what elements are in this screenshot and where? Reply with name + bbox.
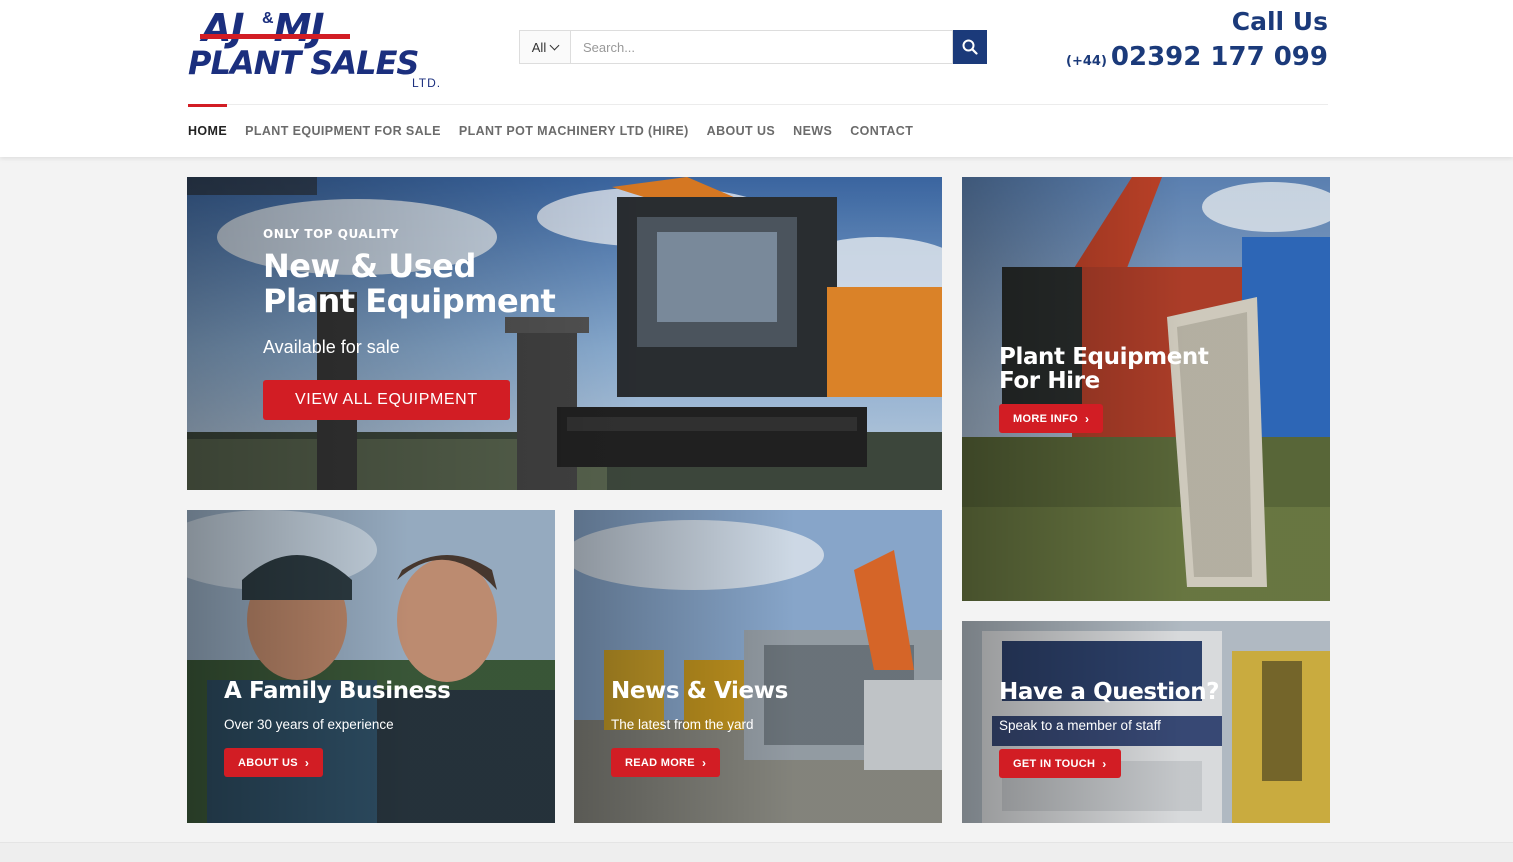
nav-item-contact[interactable]: CONTACT (850, 104, 913, 156)
footer-strip (0, 842, 1513, 862)
read-more-button[interactable]: READ MORE › (611, 748, 721, 777)
family-title: A Family Business (224, 678, 451, 704)
family-subtitle: Over 30 years of experience (224, 717, 394, 732)
hire-title-line2: For Hire (999, 368, 1100, 394)
nav-item-news[interactable]: NEWS (793, 104, 832, 156)
read-more-label: READ MORE (625, 756, 695, 769)
nav-item-plant-pot-machinery-hire[interactable]: PLANT POT MACHINERY LTD (HIRE) (459, 104, 689, 156)
family-content: A Family Business Over 30 years of exper… (224, 678, 451, 777)
question-content: Have a Question? Speak to a member of st… (999, 679, 1220, 778)
hero-title-line1: New & Used (263, 247, 476, 285)
contact-phone-block: Call Us (+44) 02392 177 099 (1066, 6, 1328, 81)
phone-prefix: (+44) (1066, 54, 1107, 69)
chevron-right-icon: › (304, 755, 310, 770)
get-in-touch-label: GET IN TOUCH (1013, 757, 1096, 770)
have-a-question-tile[interactable]: Have a Question? Speak to a member of st… (962, 621, 1330, 823)
logo-red-stripe (200, 34, 350, 39)
logo-text-plant-sales: PLANT SALES (188, 44, 419, 82)
search-category-select[interactable]: All (519, 30, 571, 64)
search-icon (962, 39, 978, 55)
chevron-down-icon (549, 40, 560, 50)
get-in-touch-button[interactable]: GET IN TOUCH › (999, 749, 1121, 778)
news-views-tile[interactable]: News & Views The latest from the yard RE… (574, 510, 942, 823)
main-nav: HOME PLANT EQUIPMENT FOR SALE PLANT POT … (188, 104, 931, 156)
chevron-right-icon: › (1102, 756, 1107, 771)
hire-title-line1: Plant Equipment (999, 344, 1209, 370)
logo-ampersand: & (262, 10, 274, 27)
news-title: News & Views (611, 678, 788, 704)
hero-subtitle: Available for sale (263, 337, 400, 357)
hire-tile[interactable]: Plant Equipment For Hire MORE INFO › (962, 177, 1330, 601)
view-all-equipment-button[interactable]: VIEW ALL EQUIPMENT (263, 380, 510, 420)
hire-content: Plant Equipment For Hire MORE INFO › (999, 344, 1209, 433)
search-bar: All (519, 30, 987, 64)
nav-item-plant-equipment-for-sale[interactable]: PLANT EQUIPMENT FOR SALE (245, 104, 441, 156)
nav-item-home[interactable]: HOME (188, 104, 228, 156)
hero-title-line2: Plant Equipment (263, 282, 556, 320)
question-title: Have a Question? (999, 679, 1220, 705)
search-button[interactable] (953, 30, 987, 64)
phone-digits: 02392 177 099 (1110, 42, 1328, 72)
chevron-right-icon: › (1085, 411, 1090, 426)
more-info-label: MORE INFO (1013, 412, 1079, 425)
search-input[interactable] (571, 30, 953, 64)
hero-banner[interactable]: ONLY TOP QUALITY New & Used Plant Equipm… (187, 177, 942, 490)
site-logo[interactable]: AJ MJ & PLANT SALES LTD. (188, 6, 478, 92)
nav-item-about-us[interactable]: ABOUT US (707, 104, 775, 156)
news-content: News & Views The latest from the yard RE… (611, 679, 788, 777)
search-category-value: All (531, 39, 547, 55)
question-subtitle: Speak to a member of staff (999, 718, 1161, 733)
about-us-button[interactable]: ABOUT US › (224, 748, 324, 777)
hero-content: ONLY TOP QUALITY New & Used Plant Equipm… (263, 227, 556, 420)
hero-kicker: ONLY TOP QUALITY (263, 227, 400, 241)
family-business-tile[interactable]: A Family Business Over 30 years of exper… (187, 510, 555, 823)
news-subtitle: The latest from the yard (611, 717, 754, 732)
site-header: AJMJ & PLANT SALES LTD. All Call Us (+44… (0, 0, 1513, 157)
chevron-right-icon: › (701, 755, 707, 770)
logo-text-ltd: LTD. (412, 76, 442, 90)
phone-number[interactable]: (+44) 02392 177 099 (1066, 38, 1328, 81)
call-us-label: Call Us (1231, 7, 1328, 36)
about-us-label: ABOUT US (238, 756, 298, 769)
more-info-button[interactable]: MORE INFO › (999, 404, 1104, 433)
